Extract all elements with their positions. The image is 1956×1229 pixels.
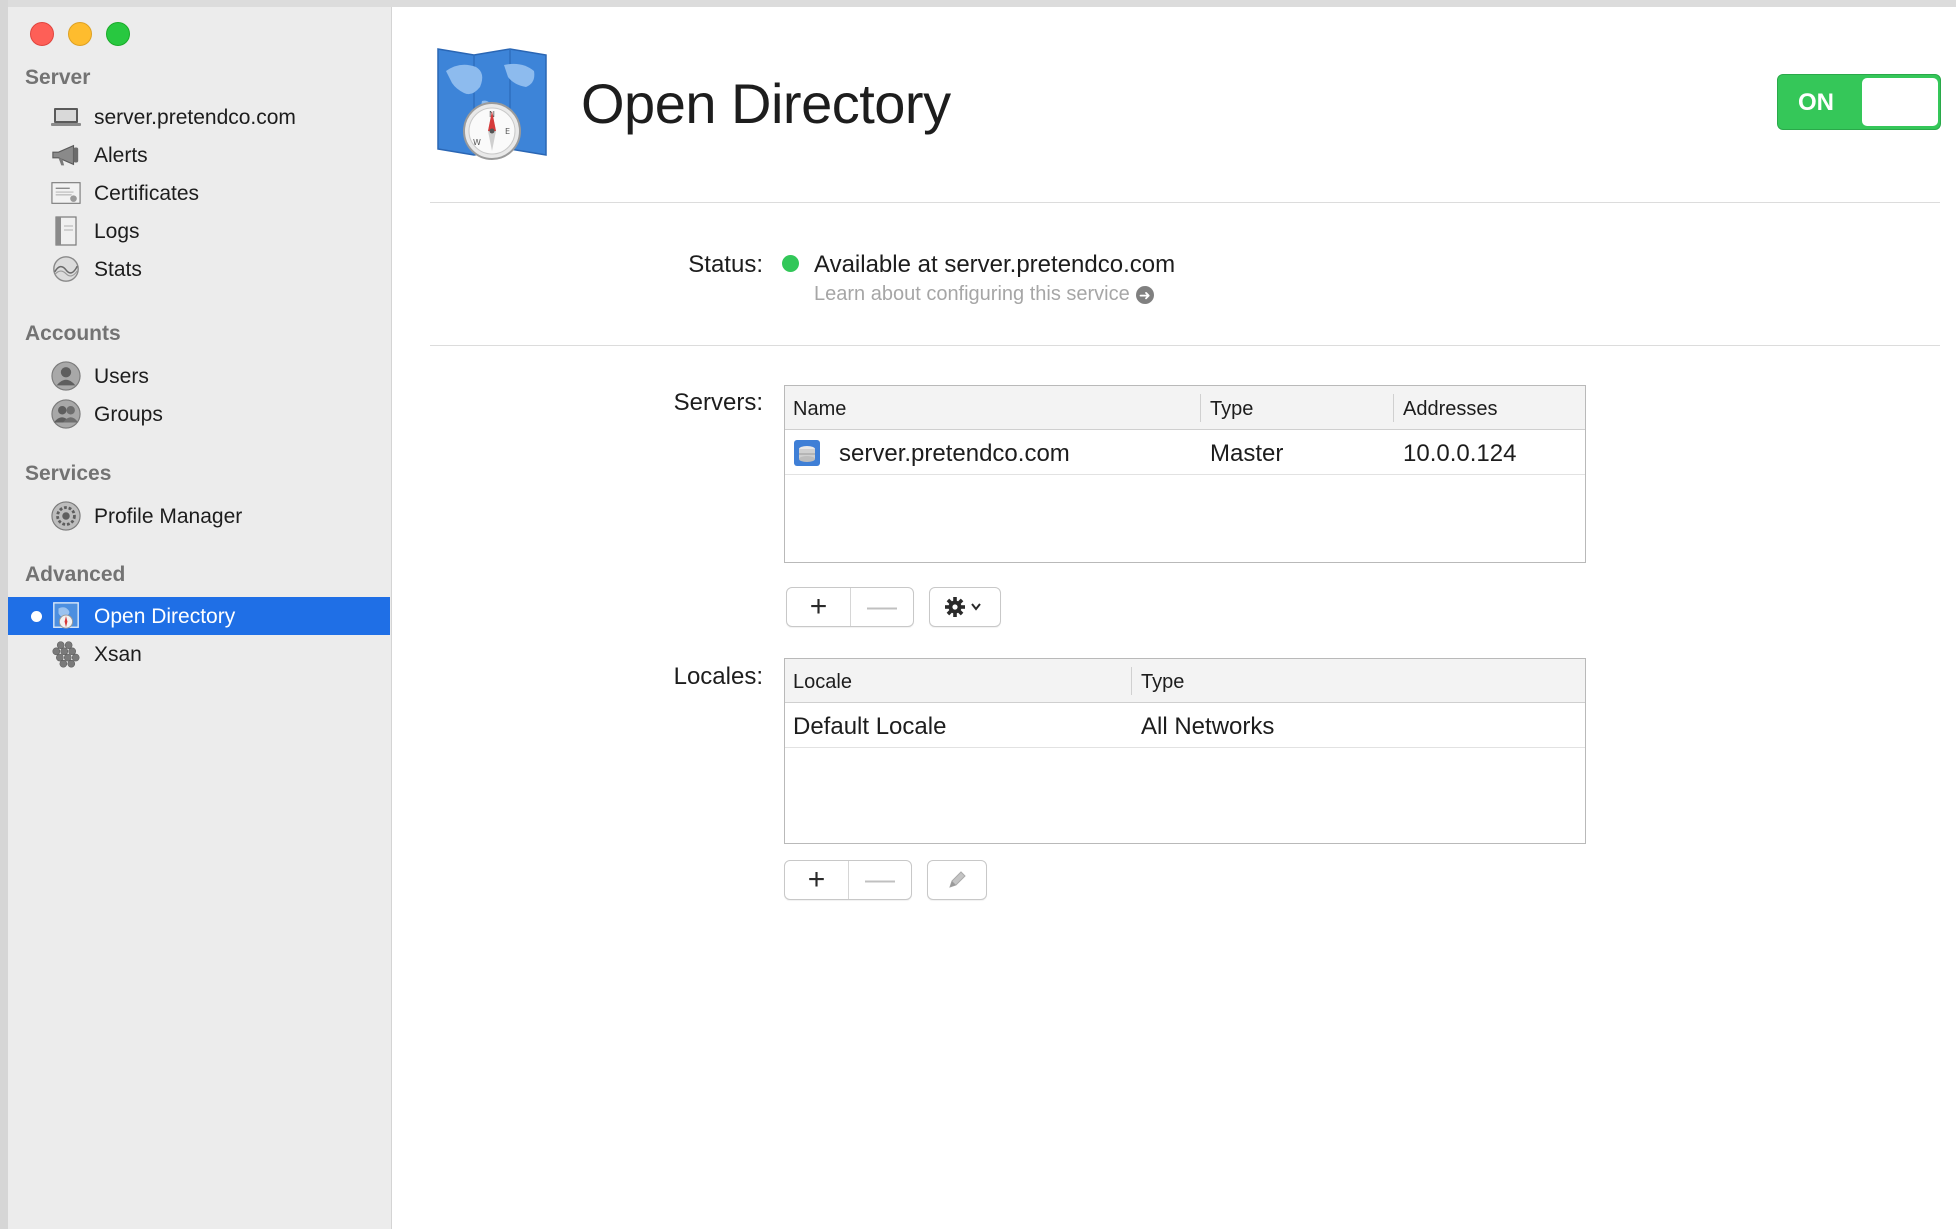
locale-type-cell: All Networks — [1141, 713, 1275, 740]
sidebar-item-label: Users — [94, 365, 149, 388]
column-separator — [1131, 667, 1132, 695]
learn-more-link[interactable]: Learn about configuring this service ➜ — [814, 283, 1154, 306]
gear-icon — [945, 597, 981, 617]
status-label: Status: — [688, 251, 763, 278]
user-icon — [51, 361, 81, 391]
open-directory-compass-map-icon: N E W — [430, 43, 554, 167]
sidebar-item-xsan[interactable]: Xsan — [8, 635, 390, 673]
edit-locale-button[interactable] — [927, 860, 987, 900]
laptop-icon — [51, 103, 81, 131]
sidebar-item-stats[interactable]: Stats — [8, 250, 390, 288]
sidebar-item-label: Logs — [94, 220, 140, 243]
servers-table-header: Name Type Addresses — [785, 386, 1585, 430]
open-directory-icon — [51, 602, 81, 630]
locales-table-header: Locale Type — [785, 659, 1585, 703]
pencil-icon — [949, 871, 966, 888]
column-separator — [1393, 394, 1394, 422]
add-server-button[interactable]: + — [787, 588, 850, 626]
service-on-off-toggle[interactable]: ON — [1777, 74, 1941, 130]
status-indicator — [782, 255, 799, 272]
minimize-window-button[interactable] — [68, 22, 92, 46]
megaphone-icon — [51, 141, 81, 169]
locales-table: Locale Type Default Locale All Networks — [784, 658, 1586, 844]
sidebar-item-label: Groups — [94, 403, 163, 426]
sidebar: Server server.pretendco.com Alerts Certi… — [8, 7, 392, 1229]
sidebar-item-label: Profile Manager — [94, 505, 243, 528]
sidebar-item-groups[interactable]: Groups — [8, 395, 390, 433]
sidebar-item-logs[interactable]: Logs — [8, 212, 390, 250]
section-header-services: Services — [25, 462, 112, 485]
server-name-cell: server.pretendco.com — [839, 440, 1070, 467]
group-icon — [51, 399, 81, 429]
window-left-edge — [0, 0, 8, 1229]
status-text: Available at server.pretendco.com — [814, 251, 1176, 278]
table-row[interactable]: Default Locale All Networks — [785, 704, 1585, 748]
svg-text:E: E — [505, 127, 510, 136]
column-header-name[interactable]: Name — [793, 398, 846, 421]
learn-more-label: Learn about configuring this service — [814, 283, 1130, 305]
sidebar-item-label: Alerts — [94, 144, 148, 167]
table-row[interactable]: server.pretendco.com Master 10.0.0.124 — [785, 431, 1585, 475]
divider — [430, 345, 1940, 346]
stats-graph-icon — [51, 255, 81, 283]
sidebar-item-open-directory[interactable]: Open Directory — [8, 597, 390, 635]
column-header-type[interactable]: Type — [1141, 671, 1184, 694]
servers-label: Servers: — [673, 389, 763, 416]
selected-indicator — [31, 611, 42, 622]
locales-add-remove-buttons: + — — [784, 860, 912, 900]
sidebar-item-certificates[interactable]: Certificates — [8, 174, 390, 212]
add-locale-button[interactable]: + — [785, 861, 848, 899]
section-header-accounts: Accounts — [25, 322, 121, 345]
close-window-button[interactable] — [30, 22, 54, 46]
section-header-server: Server — [25, 66, 91, 89]
toggle-label: ON — [1798, 89, 1834, 116]
svg-text:W: W — [473, 138, 481, 147]
sidebar-item-profile-manager[interactable]: Profile Manager — [8, 497, 390, 535]
arrow-right-circle-icon: ➜ — [1135, 285, 1154, 304]
window-top-edge — [0, 0, 1956, 7]
sidebar-item-label: Xsan — [94, 643, 142, 666]
section-header-advanced: Advanced — [25, 563, 126, 586]
column-header-locale[interactable]: Locale — [793, 671, 852, 694]
profile-manager-gear-icon — [51, 501, 81, 531]
sidebar-item-label: Open Directory — [94, 605, 236, 628]
column-separator — [1200, 394, 1201, 422]
sidebar-item-label: Certificates — [94, 182, 200, 205]
locale-name-cell: Default Locale — [793, 713, 947, 740]
locales-label: Locales: — [673, 663, 763, 690]
server-address-cell: 10.0.0.124 — [1403, 440, 1517, 467]
servers-action-menu-button[interactable] — [929, 587, 1001, 627]
certificate-icon — [51, 179, 81, 207]
main-pane: N E W Open Directory ON Status: Availabl… — [393, 7, 1956, 1229]
server-database-icon — [793, 439, 821, 467]
sidebar-item-alerts[interactable]: Alerts — [8, 136, 390, 174]
xsan-icon — [51, 640, 81, 668]
column-header-type[interactable]: Type — [1210, 398, 1253, 421]
page-title: Open Directory — [581, 72, 951, 135]
servers-add-remove-buttons: + — — [786, 587, 914, 627]
divider — [430, 202, 1940, 203]
remove-server-button[interactable]: — — [850, 588, 913, 626]
sidebar-item-label: server.pretendco.com — [94, 106, 296, 129]
sidebar-item-label: Stats — [94, 258, 142, 281]
toggle-knob — [1862, 78, 1938, 126]
maximize-window-button[interactable] — [106, 22, 130, 46]
sidebar-item-server[interactable]: server.pretendco.com — [8, 98, 390, 136]
log-book-icon — [51, 216, 81, 246]
remove-locale-button[interactable]: — — [848, 861, 911, 899]
server-type-cell: Master — [1210, 440, 1284, 467]
column-header-addresses[interactable]: Addresses — [1403, 398, 1498, 421]
servers-table: Name Type Addresses server.pretendco.com… — [784, 385, 1586, 563]
sidebar-item-users[interactable]: Users — [8, 357, 390, 395]
